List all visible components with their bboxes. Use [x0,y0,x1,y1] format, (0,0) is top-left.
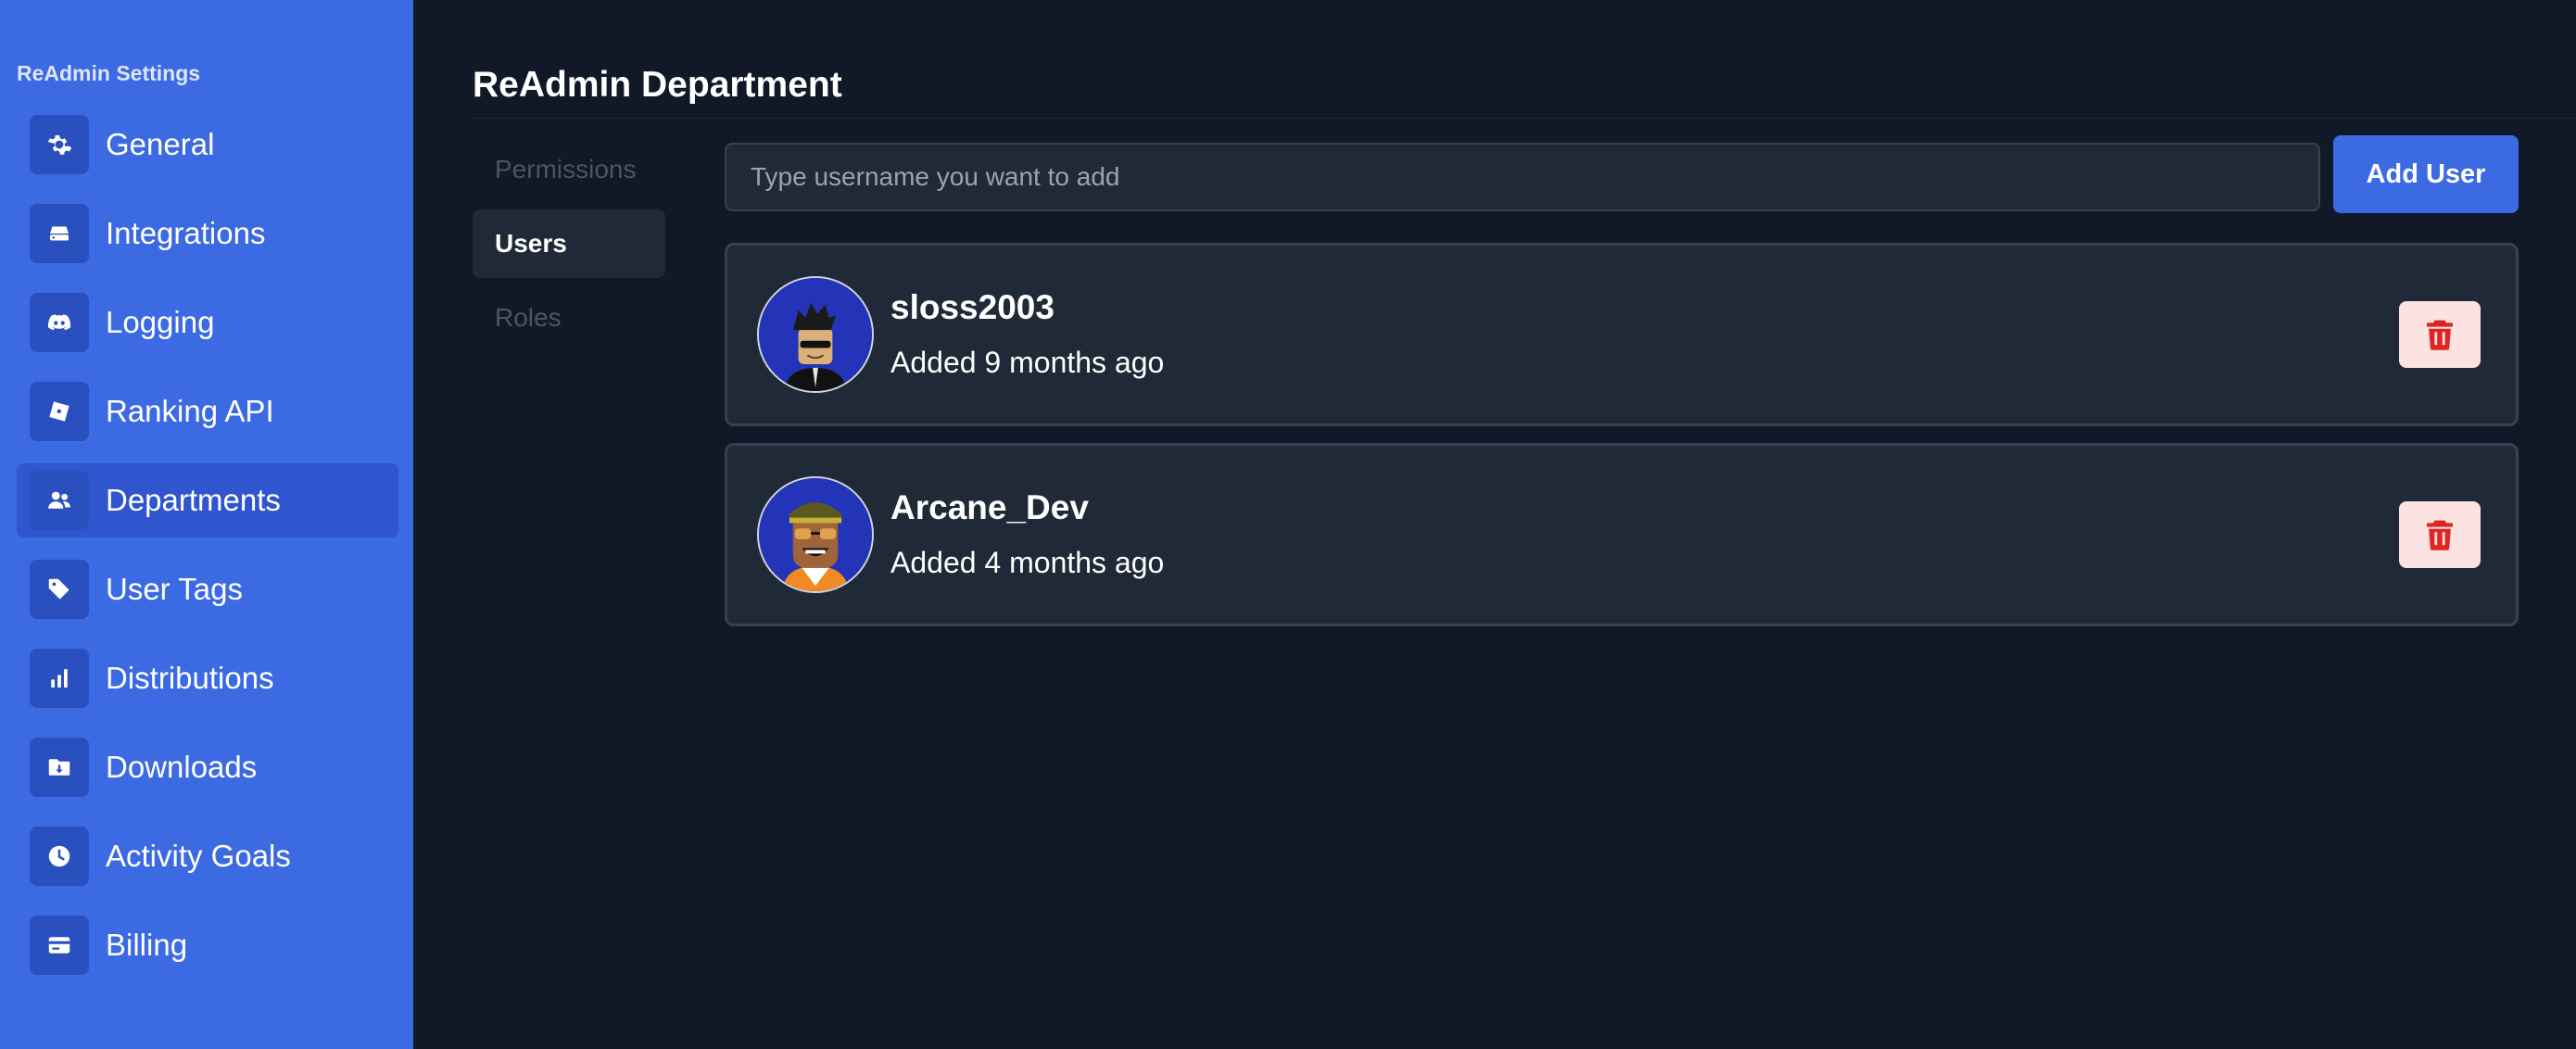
discord-icon [30,293,89,352]
trash-icon [2427,319,2453,350]
delete-user-button[interactable] [2399,501,2481,568]
sidebar-item-user-tags[interactable]: User Tags [17,552,398,626]
sidebar-item-integrations[interactable]: Integrations [17,196,398,271]
sidebar-item-general[interactable]: General [17,107,398,182]
sidebar-item-label: Logging [106,305,215,339]
add-user-button[interactable]: Add User [2333,135,2519,213]
sidebar-item-billing[interactable]: Billing [17,908,398,982]
sidebar-item-label: Integrations [106,216,266,250]
sidebar-item-downloads[interactable]: Downloads [17,730,398,804]
sidebar-item-distributions[interactable]: Distributions [17,641,398,715]
sidebar-item-ranking-api[interactable]: Ranking API [17,374,398,449]
sidebar: ReAdmin Settings General Integrations Lo… [0,0,413,1049]
clock-icon [30,827,89,886]
add-user-input[interactable] [725,143,2320,211]
trash-icon [2427,519,2453,550]
page-title: ReAdmin Department [473,65,842,105]
sidebar-nav: General Integrations Logging Ranking API [17,107,398,997]
added-time: Added 4 months ago [890,546,1165,579]
tab-roles[interactable]: Roles [473,284,665,352]
added-time: Added 9 months ago [890,346,1165,379]
sidebar-item-label: General [106,127,215,161]
delete-user-button[interactable] [2399,301,2481,368]
user-card: sloss2003 Added 9 months ago [725,243,2519,426]
sidebar-item-label: Billing [106,928,188,962]
sidebar-title: ReAdmin Settings [17,61,201,85]
sidebar-item-label: Downloads [106,750,258,784]
sidebar-item-label: User Tags [106,572,243,606]
integrations-icon [30,204,89,263]
gear-icon [30,115,89,174]
sidebar-item-label: Distributions [106,661,274,695]
username: Arcane_Dev [890,488,1089,526]
username: sloss2003 [890,288,1054,326]
tag-icon [30,560,89,619]
tab-permissions[interactable]: Permissions [473,135,665,204]
sidebar-item-label: Activity Goals [106,839,291,873]
tab-users[interactable]: Users [473,209,665,278]
download-folder-icon [30,738,89,797]
department-tabs: Permissions Users Roles [473,135,665,358]
avatar [757,476,874,593]
user-card: Arcane_Dev Added 4 months ago [725,443,2519,626]
credit-card-icon [30,916,89,975]
sidebar-item-departments[interactable]: Departments [17,463,398,537]
divider [473,118,2576,119]
main-content: ReAdmin Department Permissions Users Rol… [413,0,2576,1049]
users-icon [30,471,89,530]
roblox-icon [30,382,89,441]
sidebar-item-label: Departments [106,483,281,517]
sidebar-item-logging[interactable]: Logging [17,285,398,360]
avatar [757,276,874,393]
sidebar-item-activity-goals[interactable]: Activity Goals [17,819,398,893]
sidebar-item-label: Ranking API [106,394,274,428]
bar-chart-icon [30,649,89,708]
